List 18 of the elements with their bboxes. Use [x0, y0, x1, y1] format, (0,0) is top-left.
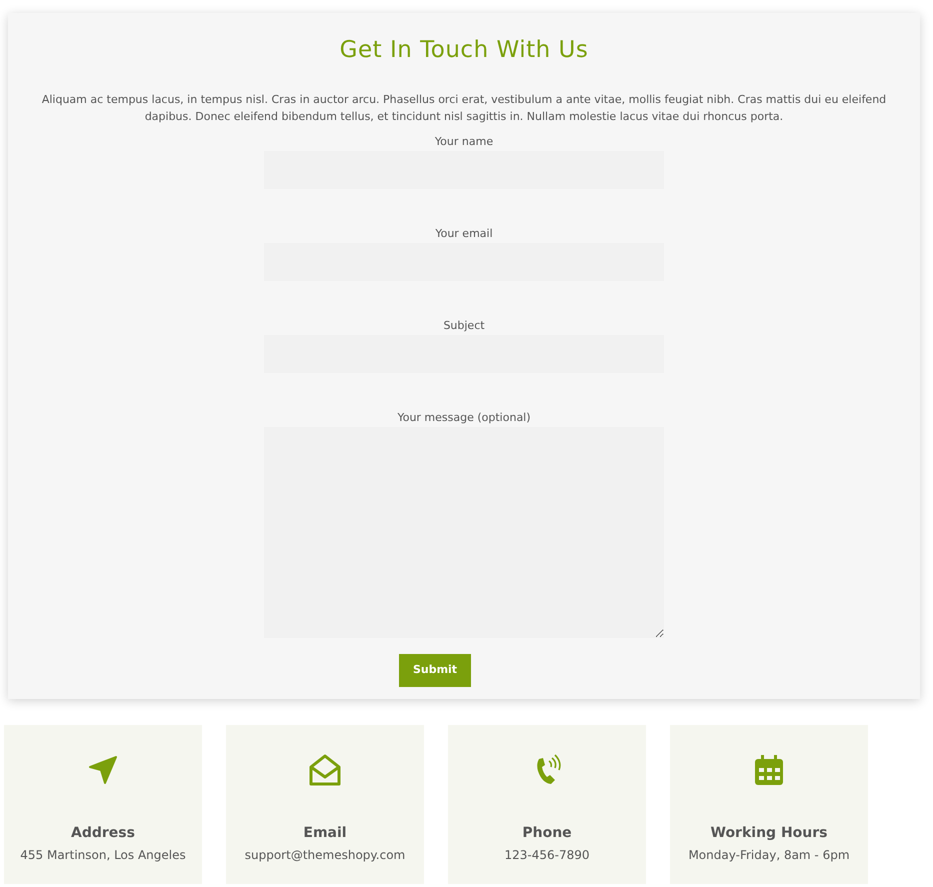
submit-button[interactable]: Submit: [399, 654, 471, 687]
calendar-icon: [752, 752, 786, 787]
card-title: Phone: [521, 824, 573, 843]
card-text: 123-456-7890: [503, 846, 590, 864]
field-label: Your name: [434, 134, 494, 149]
card-text: support@themeshopy.com: [244, 846, 406, 864]
field-label: Subject: [442, 318, 486, 333]
field-label: Your message (optional): [396, 410, 532, 425]
intro-paragraph: Aliquam ac tempus lacus, in tempus nisl. Cras in auctor arcu. Phasellus orci erat, vestibulum a ante vitae, mollis feugiat nibh. Cras mattis dui eu eleifend dapibus. Donec eleifend bibendum tellus, et tincidunt nisl sagittis in. Nullam molestie lacus vitae dui rhoncus porta.: [40, 92, 888, 125]
message-field[interactable]: [264, 426, 664, 638]
section-title: Get In Touch With Us: [338, 37, 590, 65]
open-envelope-icon: [308, 752, 342, 787]
card-title: Email: [302, 824, 348, 843]
card-text: 455 Martinson, Los Angeles: [19, 846, 187, 864]
card-title: Working Hours: [710, 824, 828, 843]
field-label: Your email: [434, 226, 494, 241]
card-text: Monday-Friday, 8am - 6pm: [687, 846, 851, 864]
card-title: Address: [70, 824, 136, 843]
